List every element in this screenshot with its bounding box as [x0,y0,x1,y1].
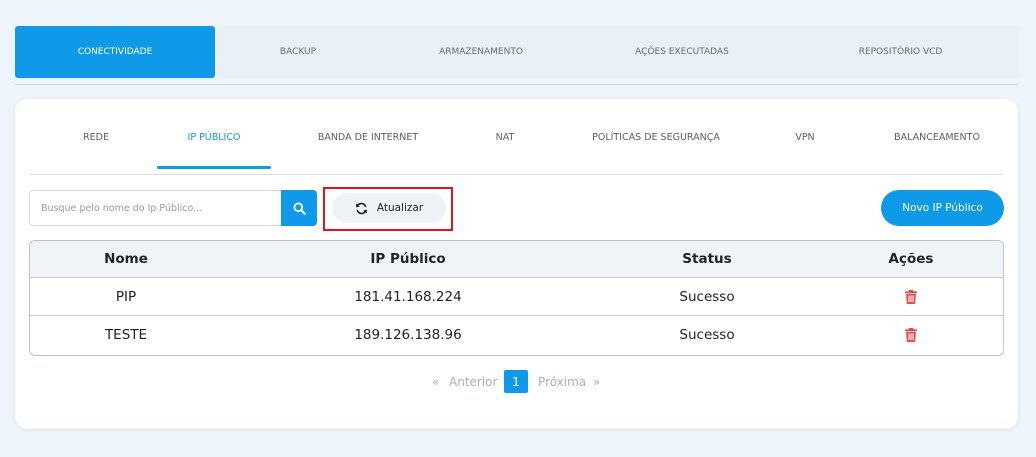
trash-icon[interactable] [905,289,917,304]
pagination-first[interactable]: « [432,370,439,393]
search-icon [292,201,306,215]
new-public-ip-button[interactable]: Novo IP Público [881,190,1004,226]
main-card: REDE IP PÚBLICO BANDA DE INTERNET NAT PO… [15,99,1018,429]
cell-status: Sucesso [679,327,735,343]
refresh-icon [355,202,367,214]
table-row: PIP 181.41.168.224 Sucesso [30,278,1003,316]
refresh-button[interactable]: Atualizar [332,193,446,223]
search-input[interactable] [29,190,282,226]
table-header: Nome IP Público Status Ações [30,241,1003,278]
tab-ip-publico[interactable]: IP PÚBLICO [157,99,271,175]
table-row: TESTE 189.126.138.96 Sucesso [30,316,1003,354]
tab-acoes-executadas[interactable]: AÇÕES EXECUTADAS [581,26,783,78]
tab-vpn[interactable]: VPN [760,99,850,175]
delete-button[interactable] [905,316,917,354]
cell-ip: 181.41.168.224 [354,288,462,305]
tab-backup[interactable]: BACKUP [215,26,381,78]
pagination-page-1[interactable]: 1 [504,370,528,393]
top-tab-bar: CONECTIVIDADE BACKUP ARMAZENAMENTO AÇÕES… [15,26,1018,78]
pagination-next[interactable]: Próxima [538,370,586,393]
pagination-last[interactable]: » [593,370,600,393]
pagination: « Anterior 1 Próxima » [15,370,1018,393]
tab-rede[interactable]: REDE [50,99,142,175]
cell-ip: 189.126.138.96 [354,327,462,343]
delete-button[interactable] [905,278,917,315]
trash-icon[interactable] [905,328,917,342]
tab-conectividade[interactable]: CONECTIVIDADE [15,26,215,78]
public-ip-table: Nome IP Público Status Ações PIP 181.41.… [29,240,1004,356]
tab-nat[interactable]: NAT [460,99,550,175]
header-status: Status [682,251,732,267]
sub-tab-bar: REDE IP PÚBLICO BANDA DE INTERNET NAT PO… [30,99,1003,175]
tab-banda-de-internet[interactable]: BANDA DE INTERNET [292,99,444,175]
cell-status: Sucesso [679,288,735,305]
header-ip-publico: IP Público [370,251,446,267]
cell-nome: TESTE [104,327,148,343]
refresh-button-label: Atualizar [376,202,424,214]
tab-balanceamento[interactable]: BALANCEAMENTO [870,99,1004,175]
tab-repositorio-vcd[interactable]: REPOSITÓRIO VCD [783,26,1018,78]
search-button[interactable] [281,190,317,226]
header-nome: Nome [104,251,148,267]
top-tabs-divider [15,84,1018,85]
tab-armazenamento[interactable]: ARMAZENAMENTO [381,26,581,78]
tab-politicas-de-seguranca[interactable]: POLÍTICAS DE SEGURANÇA [560,99,752,175]
pagination-previous[interactable]: Anterior [449,370,497,393]
cell-nome: PIP [115,288,137,305]
header-acoes: Ações [888,251,934,267]
